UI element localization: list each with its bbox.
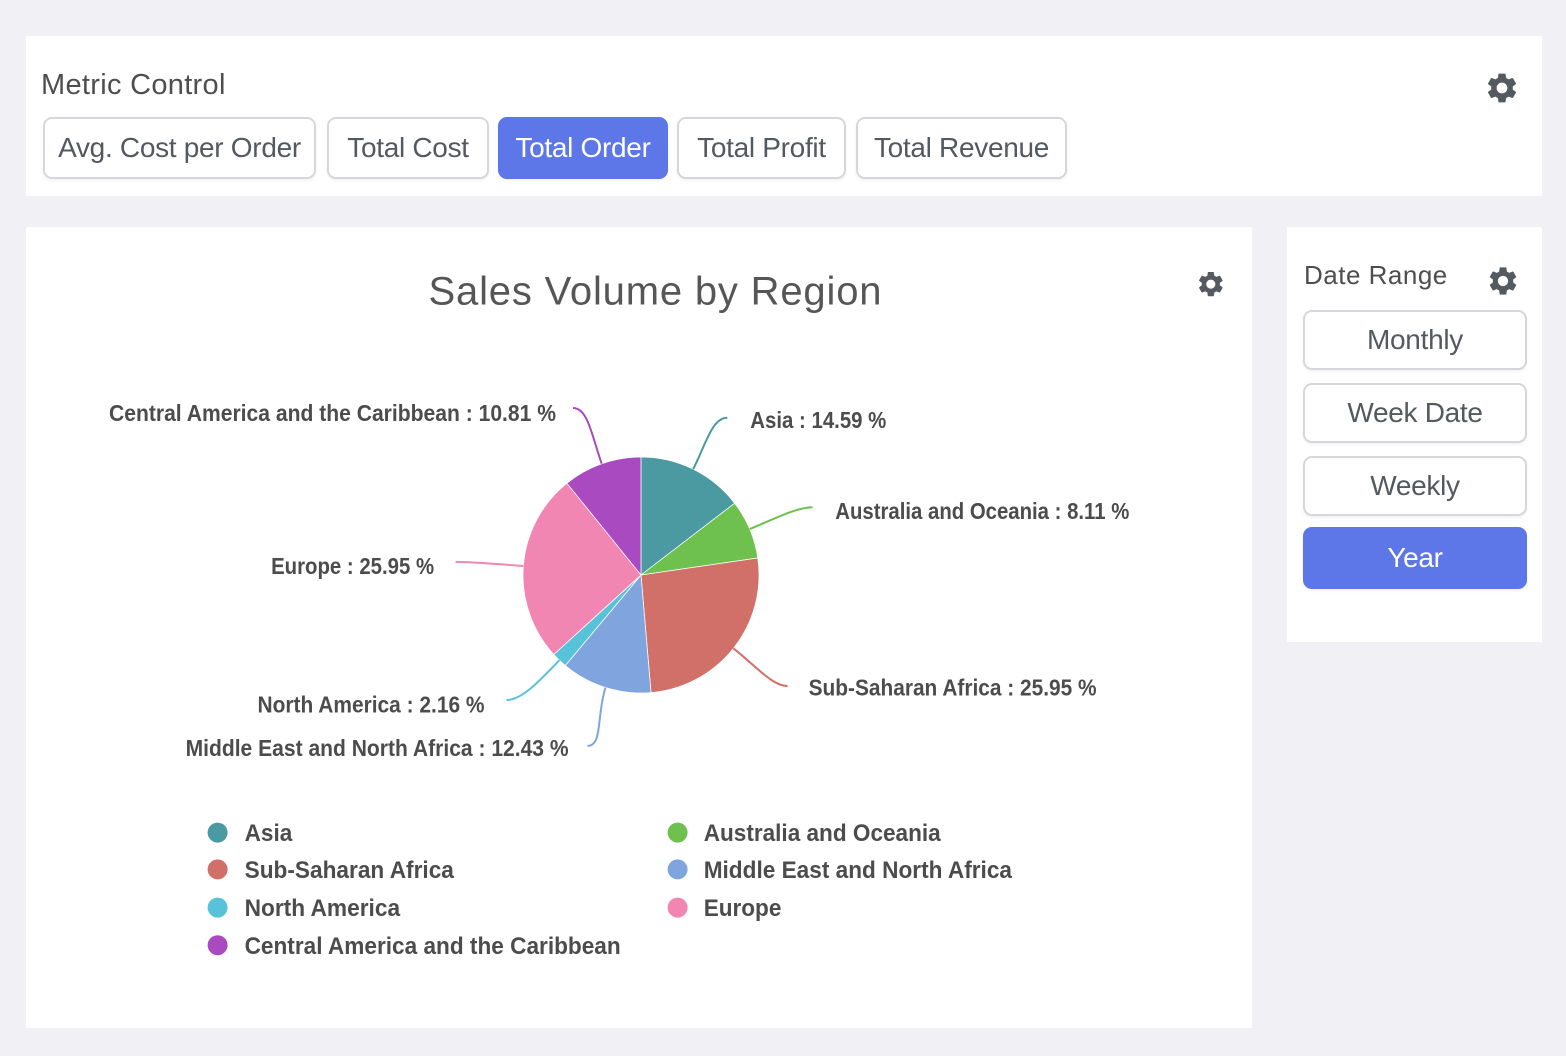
svg-text:North America : 2.16 %: North America : 2.16 %	[258, 691, 485, 717]
svg-text:Europe : 25.95 %: Europe : 25.95 %	[271, 553, 434, 579]
svg-text:Sub-Saharan Africa : 25.95 %: Sub-Saharan Africa : 25.95 %	[809, 674, 1097, 700]
svg-text:Europe: Europe	[704, 895, 782, 922]
svg-text:Australia and Oceania : 8.11 %: Australia and Oceania : 8.11 %	[835, 498, 1129, 524]
svg-text:Central America and the Caribb: Central America and the Caribbean : 10.8…	[109, 400, 556, 426]
svg-text:Asia: Asia	[245, 820, 293, 847]
svg-text:Middle East and North Africa :: Middle East and North Africa : 12.43 %	[186, 735, 569, 761]
svg-text:Sales Volume by Region: Sales Volume by Region	[429, 270, 882, 314]
svg-text:Asia : 14.59 %: Asia : 14.59 %	[750, 407, 886, 433]
svg-text:Australia and Oceania: Australia and Oceania	[704, 820, 942, 847]
svg-text:Central America and the Caribb: Central America and the Caribbean	[245, 933, 621, 960]
svg-text:Middle East and North Africa: Middle East and North Africa	[704, 857, 1013, 884]
svg-text:North America: North America	[245, 895, 401, 922]
svg-text:Sub-Saharan Africa: Sub-Saharan Africa	[245, 857, 455, 884]
